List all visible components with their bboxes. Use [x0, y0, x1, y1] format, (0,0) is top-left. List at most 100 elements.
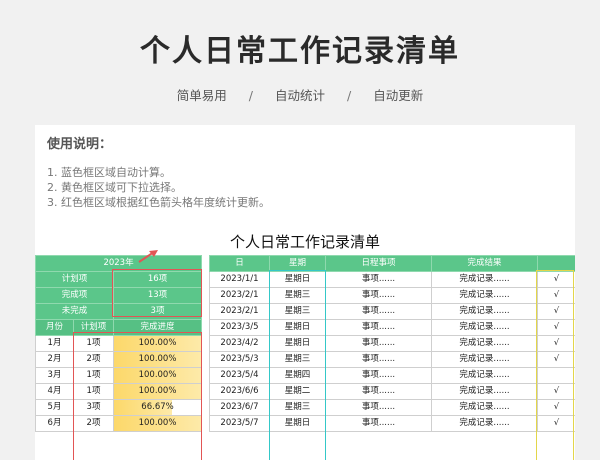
- hero-title: 个人日常工作记录清单: [140, 34, 460, 69]
- column-header-progress: 完成进度: [112, 319, 203, 336]
- record-row: 2023/4/2 星期日 事项...... 完成记录...... √: [209, 335, 575, 352]
- progress-value: 100.00%: [138, 386, 177, 396]
- weekday-cell: 星期日: [269, 319, 326, 336]
- item-cell[interactable]: 事项......: [325, 335, 432, 352]
- result-cell[interactable]: 完成记录......: [431, 303, 538, 320]
- weekday-cell: 星期三: [269, 303, 326, 320]
- check-cell[interactable]: √: [537, 287, 575, 304]
- result-cell[interactable]: 完成记录......: [431, 335, 538, 352]
- progress-value: 100.00%: [138, 338, 177, 348]
- weekday-cell: 星期日: [269, 335, 326, 352]
- item-cell[interactable]: 事项......: [325, 415, 432, 432]
- month-row: 4月 1项 100.00%: [35, 383, 203, 400]
- tagline-auto-stats: 自动统计: [274, 88, 325, 103]
- record-row: 2023/6/6 星期二 事项...... 完成记录...... √: [209, 383, 575, 400]
- planned-cell[interactable]: 2项: [73, 415, 114, 432]
- result-cell[interactable]: 完成记录......: [431, 351, 538, 368]
- result-cell[interactable]: 完成记录......: [431, 415, 538, 432]
- planned-cell[interactable]: 1项: [73, 335, 114, 352]
- month-cell: 4月: [35, 383, 74, 400]
- month-row: 5月 3项 66.67%: [35, 399, 203, 416]
- date-cell[interactable]: 2023/5/3: [209, 351, 270, 368]
- check-cell[interactable]: √: [537, 383, 575, 400]
- tagline-easy: 简单易用: [176, 88, 227, 103]
- usage-title: 使用说明：: [47, 137, 113, 152]
- month-row: 1月 1项 100.00%: [35, 335, 203, 352]
- date-cell[interactable]: 2023/6/7: [209, 399, 270, 416]
- record-row: 2023/2/1 星期三 事项...... 完成记录...... √: [209, 303, 575, 320]
- usage-line: 1. 蓝色框区域自动计算。: [47, 166, 171, 179]
- month-cell: 6月: [35, 415, 74, 432]
- record-row: 2023/5/3 星期三 事项...... 完成记录...... √: [209, 351, 575, 368]
- year-cell[interactable]: 2023年: [35, 255, 203, 272]
- month-row: 6月 2项 100.00%: [35, 415, 203, 432]
- tagline-separator: /: [346, 88, 352, 103]
- column-header-weekday: 星期: [269, 255, 326, 272]
- date-cell[interactable]: 2023/5/4: [209, 367, 270, 384]
- summary-value[interactable]: 13项: [112, 287, 203, 304]
- item-cell[interactable]: 事项......: [325, 351, 432, 368]
- column-header-month: 月份: [35, 319, 74, 336]
- item-cell[interactable]: 事项......: [325, 319, 432, 336]
- month-cell: 5月: [35, 399, 74, 416]
- summary-value[interactable]: 3项: [112, 303, 203, 320]
- month-cell: 1月: [35, 335, 74, 352]
- result-cell[interactable]: 完成记录......: [431, 271, 538, 288]
- record-row: 2023/3/5 星期日 事项...... 完成记录...... √: [209, 319, 575, 336]
- record-row: 2023/6/7 星期三 事项...... 完成记录...... √: [209, 399, 575, 416]
- summary-value[interactable]: 16项: [112, 271, 203, 288]
- check-cell[interactable]: √: [537, 415, 575, 432]
- tagline-separator: /: [248, 88, 253, 103]
- planned-cell[interactable]: 1项: [73, 367, 114, 384]
- check-cell[interactable]: √: [537, 319, 575, 336]
- result-cell[interactable]: 完成记录......: [431, 287, 538, 304]
- date-cell[interactable]: 2023/6/6: [209, 383, 270, 400]
- progress-cell: 66.67%: [112, 399, 203, 416]
- weekday-cell: 星期日: [269, 415, 326, 432]
- month-row: 2月 2项 100.00%: [35, 351, 203, 368]
- check-cell[interactable]: √: [537, 271, 575, 288]
- record-row: 2023/2/1 星期三 事项...... 完成记录...... √: [209, 287, 575, 304]
- usage-line: 3. 红色框区域根据红色箭头格年度统计更新。: [47, 196, 270, 209]
- usage-instructions: 1. 蓝色框区域自动计算。 2. 黄色框区域可下拉选择。 3. 红色框区域根据红…: [47, 165, 270, 210]
- item-cell[interactable]: 事项......: [325, 367, 432, 384]
- sheet-title: 个人日常工作记录清单: [229, 233, 380, 251]
- progress-value: 100.00%: [138, 354, 177, 364]
- summary-label: 完成项: [35, 287, 114, 304]
- progress-value: 100.00%: [138, 370, 177, 380]
- date-cell[interactable]: 2023/3/5: [209, 319, 270, 336]
- date-cell[interactable]: 2023/2/1: [209, 303, 270, 320]
- summary-label: 未完成: [35, 303, 114, 320]
- summary-label: 计划项: [35, 271, 114, 288]
- result-cell[interactable]: 完成记录......: [431, 383, 538, 400]
- weekday-cell: 星期三: [269, 399, 326, 416]
- month-cell: 2月: [35, 351, 74, 368]
- check-cell[interactable]: [537, 367, 575, 384]
- record-row: 2023/1/1 星期日 事项...... 完成记录...... √: [209, 271, 575, 288]
- planned-cell[interactable]: 3项: [73, 399, 114, 416]
- weekday-cell: 星期三: [269, 287, 326, 304]
- item-cell[interactable]: 事项......: [325, 287, 432, 304]
- result-cell[interactable]: 完成记录......: [431, 367, 538, 384]
- date-cell[interactable]: 2023/2/1: [209, 287, 270, 304]
- check-cell[interactable]: √: [537, 351, 575, 368]
- item-cell[interactable]: 事项......: [325, 271, 432, 288]
- progress-cell: 100.00%: [112, 367, 203, 384]
- item-cell[interactable]: 事项......: [325, 383, 432, 400]
- planned-cell[interactable]: 1项: [73, 383, 114, 400]
- item-cell[interactable]: 事项......: [325, 399, 432, 416]
- planned-cell[interactable]: 2项: [73, 351, 114, 368]
- check-cell[interactable]: √: [537, 399, 575, 416]
- column-header-check: [537, 255, 575, 272]
- check-cell[interactable]: √: [537, 303, 575, 320]
- check-cell[interactable]: √: [537, 335, 575, 352]
- column-header-item: 日程事项: [325, 255, 432, 272]
- date-cell[interactable]: 2023/5/7: [209, 415, 270, 432]
- month-row: 3月 1项 100.00%: [35, 367, 203, 384]
- result-cell[interactable]: 完成记录......: [431, 319, 538, 336]
- item-cell[interactable]: 事项......: [325, 303, 432, 320]
- month-cell: 3月: [35, 367, 74, 384]
- result-cell[interactable]: 完成记录......: [431, 399, 538, 416]
- date-cell[interactable]: 2023/4/2: [209, 335, 270, 352]
- date-cell[interactable]: 2023/1/1: [209, 271, 270, 288]
